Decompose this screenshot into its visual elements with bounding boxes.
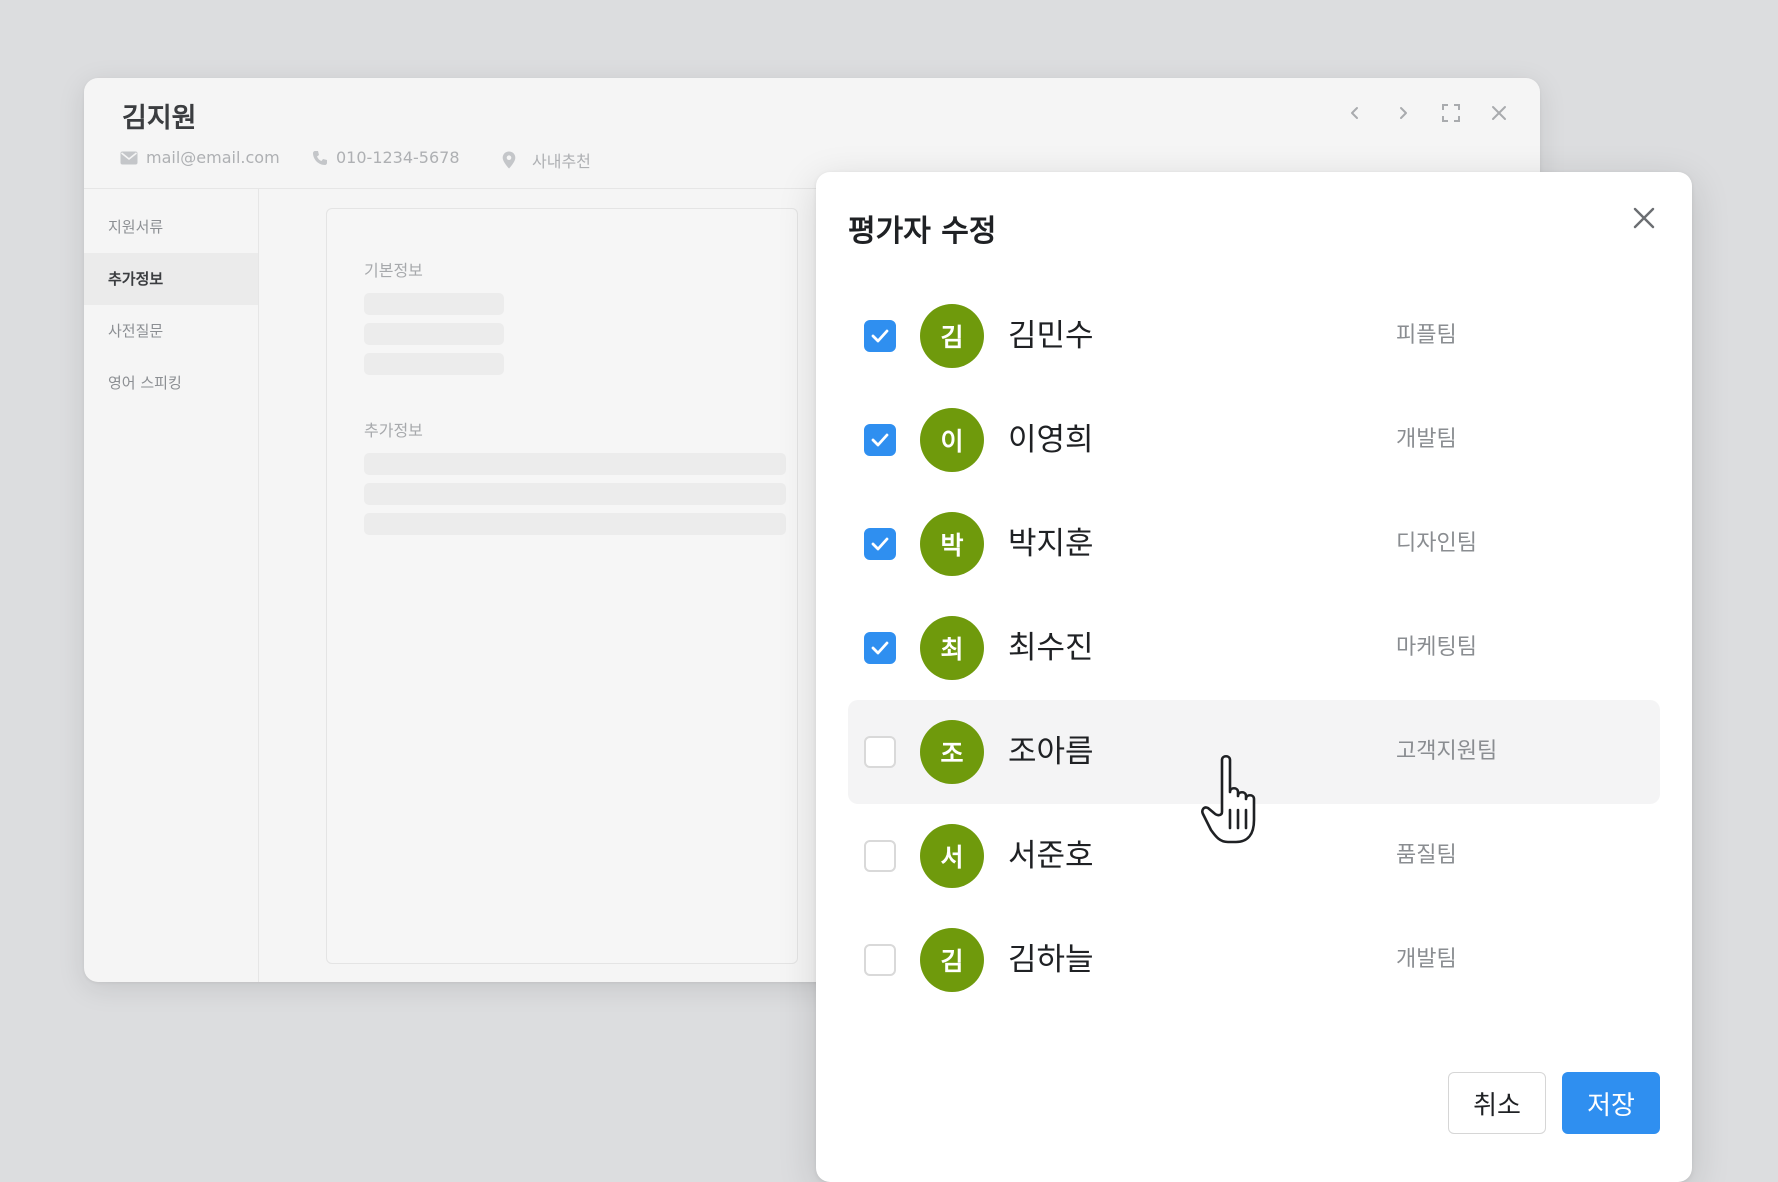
evaluator-checkbox[interactable]: [864, 632, 896, 664]
close-icon: [1492, 106, 1506, 120]
evaluator-name: 서준호: [1008, 838, 1094, 874]
window-close-button[interactable]: [1486, 100, 1512, 126]
fullscreen-button[interactable]: [1438, 100, 1464, 126]
checkmark-icon: [871, 641, 889, 655]
sidebar-item-additional-info[interactable]: 추가정보: [84, 253, 258, 305]
evaluator-checkbox[interactable]: [864, 840, 896, 872]
evaluator-team: 품질팀: [1396, 843, 1457, 868]
skeleton-line: [364, 293, 504, 315]
evaluator-row[interactable]: 서 서준호 품질팀: [848, 804, 1660, 908]
source-text: 사내추천: [532, 152, 591, 171]
evaluator-team: 개발팀: [1396, 947, 1457, 972]
avatar: 서: [920, 824, 984, 888]
location-pin-icon: [502, 151, 516, 169]
evaluator-checkbox[interactable]: [864, 424, 896, 456]
close-icon: [1633, 207, 1655, 229]
candidate-name: 김지원: [122, 103, 197, 134]
window-controls: [1342, 100, 1512, 126]
evaluator-team: 마케팅팀: [1396, 635, 1477, 660]
cancel-button[interactable]: 취소: [1448, 1072, 1546, 1134]
sidebar-item-documents[interactable]: 지원서류: [84, 201, 258, 253]
next-button[interactable]: [1390, 100, 1416, 126]
avatar: 김: [920, 304, 984, 368]
prev-button[interactable]: [1342, 100, 1368, 126]
chevron-right-icon: [1400, 107, 1407, 119]
contact-phone: 010-1234-5678: [312, 148, 460, 167]
avatar: 박: [920, 512, 984, 576]
checkmark-icon: [871, 329, 889, 343]
email-text: mail@email.com: [146, 148, 280, 167]
evaluator-row[interactable]: 이 이영희 개발팀: [848, 388, 1660, 492]
checkmark-icon: [871, 537, 889, 551]
evaluator-name: 최수진: [1008, 630, 1094, 666]
evaluator-row[interactable]: 박 박지훈 디자인팀: [848, 492, 1660, 596]
section-additional-info-label: 추가정보: [364, 421, 423, 440]
evaluator-checkbox[interactable]: [864, 528, 896, 560]
content-card: 기본정보 추가정보: [326, 208, 798, 964]
save-button[interactable]: 저장: [1562, 1072, 1660, 1134]
avatar: 이: [920, 408, 984, 472]
avatar: 최: [920, 616, 984, 680]
contact-email: mail@email.com: [120, 148, 280, 167]
evaluator-team: 개발팀: [1396, 427, 1457, 452]
evaluator-name: 박지훈: [1008, 526, 1094, 562]
evaluator-team: 피플팀: [1396, 323, 1457, 348]
avatar: 조: [920, 720, 984, 784]
skeleton-line: [364, 513, 786, 535]
evaluator-name: 김하늘: [1008, 942, 1094, 978]
evaluator-team: 디자인팀: [1396, 531, 1477, 556]
evaluator-name: 김민수: [1008, 318, 1094, 354]
skeleton-line: [364, 483, 786, 505]
evaluator-row[interactable]: 최 최수진 마케팅팀: [848, 596, 1660, 700]
mail-icon: [120, 151, 138, 164]
skeleton-line: [364, 323, 504, 345]
evaluator-team: 고객지원팀: [1396, 739, 1498, 764]
sidebar: 지원서류 추가정보 사전질문 영어 스피킹: [84, 189, 259, 982]
evaluator-row[interactable]: 김 김하늘 개발팀: [848, 908, 1660, 1012]
evaluator-row[interactable]: 김 김민수 피플팀: [848, 284, 1660, 388]
avatar: 김: [920, 928, 984, 992]
evaluator-checkbox[interactable]: [864, 736, 896, 768]
evaluator-name: 이영희: [1008, 422, 1094, 458]
expand-icon: [1442, 104, 1460, 122]
evaluator-list: 김 김민수 피플팀 이 이영희 개발팀 박 박지훈 디자인팀 최 최수진 마케팅…: [848, 284, 1660, 1012]
sidebar-item-english-speaking[interactable]: 영어 스피킹: [84, 357, 258, 409]
sidebar-item-pre-questions[interactable]: 사전질문: [84, 305, 258, 357]
evaluator-row[interactable]: 조 조아름 고객지원팀: [848, 700, 1660, 804]
contact-source: 사내추천: [502, 148, 591, 172]
evaluator-name: 조아름: [1008, 734, 1094, 770]
evaluator-checkbox[interactable]: [864, 944, 896, 976]
modal-close-button[interactable]: [1628, 202, 1660, 234]
phone-icon: [313, 150, 327, 165]
edit-evaluators-modal: 평가자 수정 김 김민수 피플팀 이 이영희 개발팀 박 박지훈 디자인팀 최 …: [816, 172, 1692, 1182]
phone-text: 010-1234-5678: [336, 148, 460, 167]
section-basic-info-label: 기본정보: [364, 261, 423, 280]
checkmark-icon: [871, 433, 889, 447]
chevron-left-icon: [1351, 107, 1358, 119]
evaluator-checkbox[interactable]: [864, 320, 896, 352]
skeleton-line: [364, 453, 786, 475]
skeleton-line: [364, 353, 504, 375]
modal-title: 평가자 수정: [848, 214, 997, 249]
